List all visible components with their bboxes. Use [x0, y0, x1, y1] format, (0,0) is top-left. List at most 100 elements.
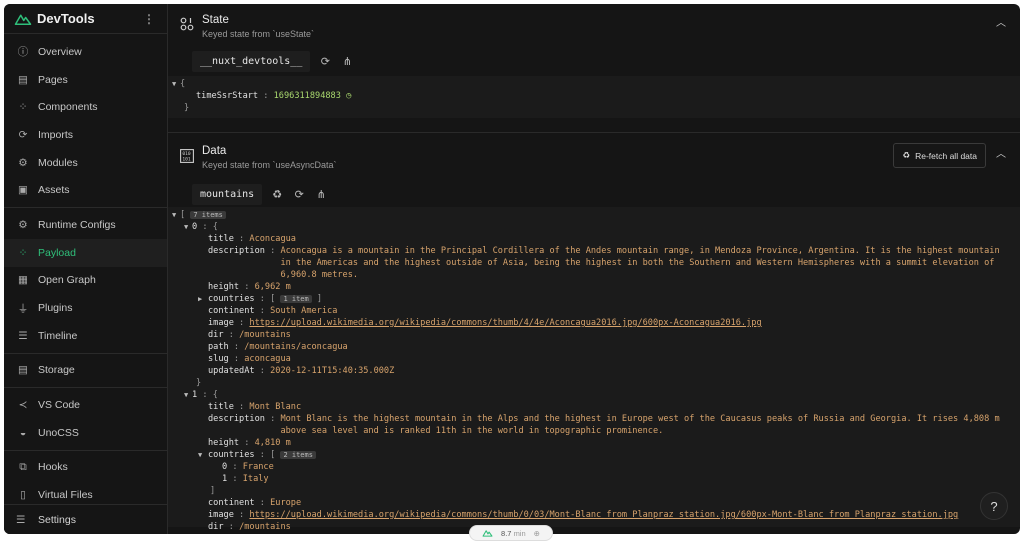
- json-line: 1 : Italy: [222, 474, 269, 484]
- sidebar-item-vscode[interactable]: ≺ VS Code: [4, 391, 167, 419]
- state-section-header[interactable]: State Keyed state from `useState` ︿: [168, 4, 1020, 39]
- payload-panel: State Keyed state from `useState` ︿ __nu…: [168, 4, 1020, 534]
- divider: [4, 207, 167, 209]
- sidebar-item-assets[interactable]: ▣ Assets: [4, 176, 167, 204]
- json-line: continent : Europe: [208, 498, 302, 508]
- more-menu-icon[interactable]: ⋮: [143, 12, 155, 26]
- file-icon: ▯: [20, 489, 26, 502]
- divider: [4, 449, 167, 451]
- json-line[interactable]: ▼ 0 : {: [168, 221, 1020, 233]
- open-graph-icon: ▦: [18, 274, 28, 287]
- recycle-icon[interactable]: ♻: [270, 188, 284, 201]
- json-line: description : Mont Blanc is the highest …: [208, 414, 1000, 436]
- caret-right-icon: ▶: [198, 295, 203, 303]
- json-line: height : 6,962 m: [208, 282, 291, 292]
- refresh-icon[interactable]: ⟳: [318, 55, 332, 68]
- json-line: ]: [210, 486, 216, 496]
- chevron-up-icon[interactable]: ︿: [996, 145, 1006, 160]
- svg-text:010: 010: [182, 151, 191, 157]
- json-line[interactable]: ▼{: [168, 78, 1020, 90]
- sidebar-item-imports[interactable]: ⟳ Imports: [4, 121, 167, 149]
- help-button[interactable]: ?: [980, 492, 1008, 520]
- divider: [4, 352, 167, 354]
- json-line[interactable]: ▶ countries : [ 1 item ]: [168, 293, 1020, 305]
- caret-down-icon: ▼: [184, 391, 189, 399]
- sidebar-item-overview[interactable]: ⓘ Overview: [4, 38, 167, 66]
- app-title: DevTools: [37, 11, 95, 26]
- tab-mountains[interactable]: mountains: [192, 184, 263, 205]
- imports-icon: ⟳: [18, 128, 28, 141]
- sliders-icon: ☰: [16, 513, 26, 526]
- target-icon[interactable]: ⊕: [534, 529, 540, 538]
- state-description: Keyed state from `useState`: [202, 29, 315, 39]
- divider: [4, 387, 167, 389]
- components-icon: ⁘: [18, 101, 28, 114]
- json-line: path : /mountains/aconcagua: [208, 342, 348, 352]
- json-line: image : https://upload.wikimedia.org/wik…: [208, 510, 959, 520]
- data-section-header[interactable]: 010 101 Data Keyed state from `useAsyncDa…: [168, 133, 1020, 170]
- devtools-status-pill[interactable]: 8.7 min ⊕: [469, 525, 553, 541]
- timeline-icon: ☰: [18, 329, 28, 342]
- image-link[interactable]: https://upload.wikimedia.org/wikipedia/c…: [249, 510, 958, 520]
- json-line: dir : /mountains: [208, 522, 291, 532]
- sidebar-item-timeline[interactable]: ☰ Timeline: [4, 322, 167, 350]
- sidebar-item-storage[interactable]: ▤ Storage: [4, 357, 167, 385]
- caret-down-icon: ▼: [198, 451, 203, 459]
- refresh-icon[interactable]: ⟳: [292, 188, 306, 201]
- image-link[interactable]: https://upload.wikimedia.org/wikipedia/c…: [249, 318, 761, 328]
- json-line[interactable]: ▼[ 7 items: [168, 209, 1020, 221]
- json-line: title : Aconcagua: [208, 234, 296, 244]
- chevron-up-icon[interactable]: ︿: [996, 14, 1006, 29]
- json-line[interactable]: ▼ countries : [ 2 items: [168, 449, 1020, 461]
- state-title: State: [202, 14, 229, 26]
- hooks-icon: ⧉: [19, 460, 27, 473]
- json-line[interactable]: ▼ 1 : {: [168, 389, 1020, 401]
- refetch-all-button[interactable]: ♻ Re-fetch all data: [893, 143, 986, 168]
- data-tabs: mountains ♻ ⟳ ⋔: [192, 184, 1020, 205]
- json-line: 0 : France: [222, 462, 274, 472]
- caret-down-icon: ▼: [172, 80, 177, 88]
- state-tabs: __nuxt_devtools__ ⟳ ⋔: [192, 51, 1020, 72]
- sidebar-item-unocss[interactable]: ◒ UnoCSS: [4, 419, 167, 447]
- pages-icon: ▤: [18, 73, 28, 86]
- json-line: dir : /mountains: [208, 330, 291, 340]
- sidebar-nav: ⓘ Overview ▤ Pages ⁘ Components ⟳ Imports ⚙ M…: [4, 34, 167, 509]
- payload-icon: ⁘: [18, 246, 28, 259]
- state-json-viewer: ▼{ timeSsrStart : 1696311894883 ◷ }: [168, 76, 1020, 118]
- clock-icon[interactable]: ◷: [346, 91, 351, 101]
- sidebar-item-modules[interactable]: ⚙ Modules: [4, 149, 167, 177]
- json-line: title : Mont Blanc: [208, 402, 302, 412]
- gear-icon: ⚙: [18, 218, 28, 231]
- recycle-icon: ♻: [902, 150, 911, 160]
- sidebar-item-open-graph[interactable]: ▦ Open Graph: [4, 267, 167, 295]
- sidebar-item-settings[interactable]: ☰ Settings: [4, 504, 167, 534]
- json-line: timeSsrStart : 1696311894883 ◷: [196, 91, 352, 101]
- tree-icon[interactable]: ⋔: [314, 188, 328, 201]
- sidebar-item-runtime-configs[interactable]: ⚙ Runtime Configs: [4, 211, 167, 239]
- sidebar: DevTools ⋮ ⓘ Overview ▤ Pages ⁘ Components …: [4, 4, 168, 534]
- nuxt-logo-icon: [482, 530, 493, 537]
- tree-icon[interactable]: ⋔: [340, 55, 354, 68]
- binary-data-icon: 010101: [180, 149, 194, 163]
- sidebar-item-payload[interactable]: ⁘ Payload: [4, 238, 167, 267]
- load-time: 8.7 min: [501, 528, 526, 538]
- sidebar-item-plugins[interactable]: ⏚ Plugins: [4, 294, 167, 322]
- plug-icon: ⏚: [17, 302, 29, 315]
- caret-down-icon: ▼: [172, 211, 177, 219]
- json-line: }: [196, 378, 202, 388]
- devtools-window: DevTools ⋮ ⓘ Overview ▤ Pages ⁘ Components …: [4, 4, 1020, 534]
- info-icon: ⓘ: [17, 46, 29, 59]
- nuxt-logo-icon: [14, 14, 32, 25]
- tab-nuxt-devtools[interactable]: __nuxt_devtools__: [192, 51, 311, 72]
- sidebar-item-hooks[interactable]: ⧉ Hooks: [4, 454, 167, 482]
- json-line: description : Aconcagua is a mountain in…: [208, 246, 1000, 280]
- sidebar-item-components[interactable]: ⁘ Components: [4, 93, 167, 121]
- assets-icon: ▣: [18, 184, 28, 197]
- brand: DevTools ⋮: [4, 4, 167, 34]
- json-line: slug : aconcagua: [208, 354, 291, 364]
- data-json-viewer: ▼[ 7 items ▼ 0 : { title : Aconcagua desc…: [168, 207, 1020, 532]
- data-title: Data: [202, 145, 227, 157]
- json-line: }: [184, 103, 190, 113]
- modules-icon: ⚙: [18, 156, 28, 169]
- sidebar-item-pages[interactable]: ▤ Pages: [4, 66, 167, 94]
